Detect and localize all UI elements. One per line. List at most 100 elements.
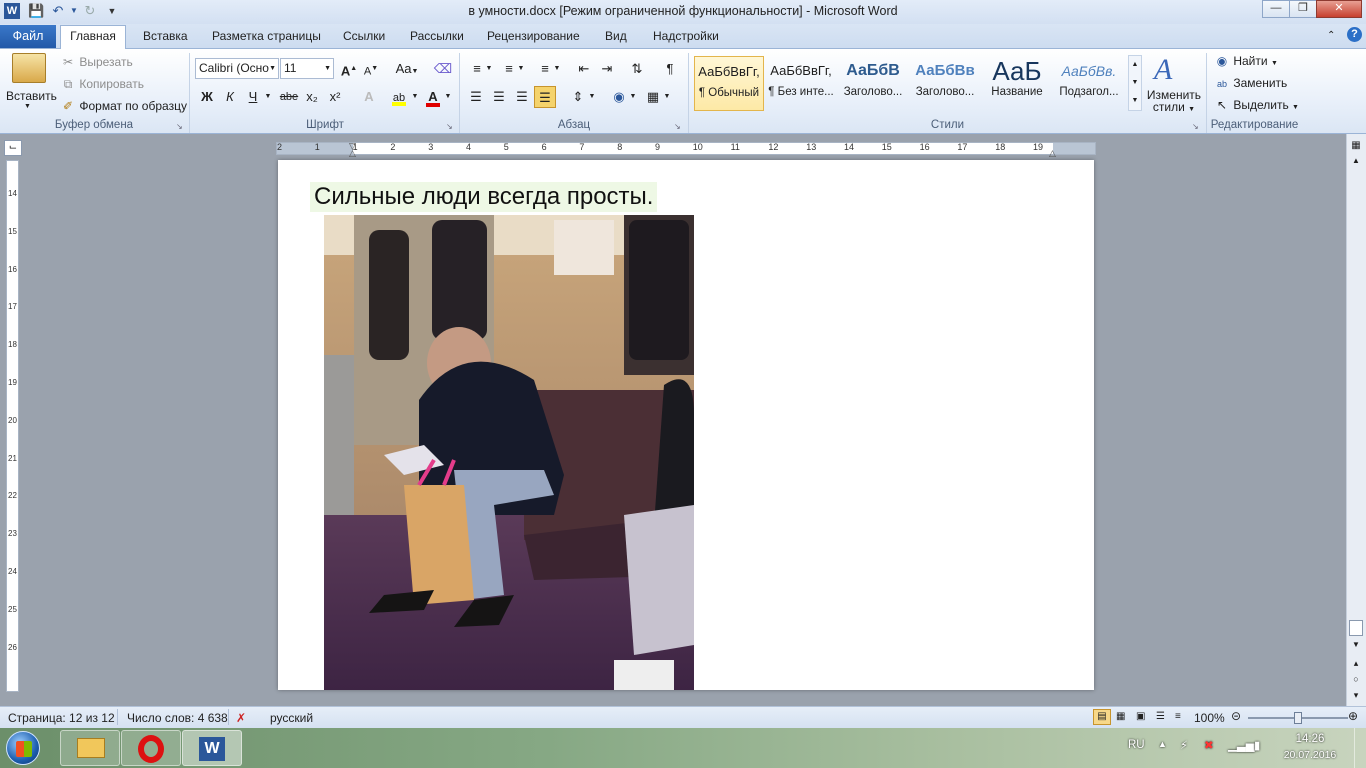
text-effects-icon[interactable]: A: [358, 86, 380, 108]
collapse-ribbon-icon[interactable]: ⌃: [1327, 28, 1335, 48]
clock-date[interactable]: 20.07.2016: [1280, 749, 1340, 761]
style-normal[interactable]: АаБбВвГг, ¶ Обычный: [694, 56, 764, 111]
clipboard-launcher-icon[interactable]: ↘: [176, 122, 183, 131]
maximize-button[interactable]: ❐: [1289, 0, 1317, 18]
tab-insert[interactable]: Вставка: [143, 28, 188, 48]
align-left-icon[interactable]: ☰: [465, 86, 487, 108]
font-size-combo[interactable]: 11 ▼: [280, 58, 334, 79]
clock-time[interactable]: 14:26: [1280, 733, 1340, 745]
underline-dropdown-icon[interactable]: ▼: [262, 86, 274, 108]
scroll-down-icon[interactable]: ▼: [1349, 640, 1363, 652]
bold-button[interactable]: Ж: [196, 86, 218, 108]
highlight-dropdown-icon[interactable]: ▼: [409, 86, 421, 108]
show-hidden-icons[interactable]: ▲: [1158, 739, 1167, 749]
cut-button[interactable]: ✂ Вырезать: [60, 55, 133, 69]
more-styles-icon[interactable]: ▼: [1129, 92, 1141, 110]
justify-icon[interactable]: ☰: [534, 86, 556, 108]
change-styles-icon[interactable]: A: [1154, 53, 1172, 87]
paste-button[interactable]: Вставить: [6, 89, 57, 103]
paste-icon[interactable]: [12, 53, 46, 83]
change-case-button[interactable]: Aa▼: [393, 58, 421, 80]
document-heading[interactable]: Сильные люди всегда просты.: [310, 182, 658, 212]
highlight-button[interactable]: ab: [388, 86, 410, 108]
tab-file[interactable]: Файл: [0, 25, 56, 48]
superscript-button[interactable]: x²: [324, 86, 346, 108]
proofing-icon[interactable]: ✗: [236, 711, 246, 725]
safely-remove-icon[interactable]: ⚡: [1180, 738, 1188, 752]
copy-button[interactable]: ⧉ Копировать: [60, 77, 144, 92]
clear-formatting-icon[interactable]: ⌫: [432, 58, 454, 80]
zoom-level[interactable]: 100%: [1194, 711, 1225, 725]
styles-launcher-icon[interactable]: ↘: [1192, 122, 1199, 131]
close-button[interactable]: ✕: [1316, 0, 1362, 18]
align-right-icon[interactable]: ☰: [511, 86, 533, 108]
multilevel-dropdown-icon[interactable]: ▼: [552, 58, 562, 80]
bullets-dropdown-icon[interactable]: ▼: [484, 58, 494, 80]
font-launcher-icon[interactable]: ↘: [446, 122, 453, 131]
outline-icon[interactable]: ☰: [1156, 711, 1165, 722]
format-painter-button[interactable]: ✐ Формат по образцу: [60, 99, 187, 113]
battery-icon[interactable]: ▮: [1254, 738, 1260, 752]
view-ruler-icon[interactable]: ▦: [1349, 140, 1363, 154]
style-title[interactable]: АаБ Название: [982, 56, 1052, 111]
taskbar-explorer[interactable]: [60, 730, 120, 766]
replace-button[interactable]: ab Заменить: [1214, 76, 1287, 90]
zoom-slider[interactable]: [1248, 712, 1348, 724]
draft-icon[interactable]: ≡: [1175, 711, 1181, 722]
tab-page-layout[interactable]: Разметка страницы: [212, 28, 321, 48]
chevron-up-icon[interactable]: ▲: [1129, 56, 1141, 74]
numbering-dropdown-icon[interactable]: ▼: [516, 58, 526, 80]
tab-addins[interactable]: Надстройки: [653, 28, 719, 48]
style-heading-1[interactable]: АаБбВ Заголово...: [838, 56, 908, 111]
minimize-button[interactable]: —: [1262, 0, 1290, 18]
find-button[interactable]: ◉ Найти ▼: [1214, 54, 1278, 68]
taskbar-word[interactable]: W: [182, 730, 242, 766]
borders-dropdown-icon[interactable]: ▼: [662, 86, 672, 108]
horizontal-ruler[interactable]: 2 1 1 2 3 4 5 6 7 8 9 10 11 12 13 14 15 16 17 18 19 ▽ △ △: [276, 141, 1096, 158]
taskbar-opera[interactable]: [121, 730, 181, 766]
increase-indent-icon[interactable]: ⇥: [596, 58, 618, 80]
tab-view[interactable]: Вид: [605, 28, 627, 48]
next-page-icon[interactable]: ▾: [1349, 690, 1363, 702]
chevron-down-icon[interactable]: ▼: [1129, 74, 1141, 92]
tab-selector-icon[interactable]: ⌙: [4, 140, 22, 156]
change-styles-button[interactable]: Изменить стили ▼: [1146, 89, 1202, 116]
right-indent-marker[interactable]: △: [1049, 148, 1056, 159]
tab-mailings[interactable]: Рассылки: [410, 28, 464, 48]
strikethrough-button[interactable]: abe: [278, 86, 300, 108]
paragraph-launcher-icon[interactable]: ↘: [674, 122, 681, 131]
show-desktop-button[interactable]: [1354, 728, 1366, 768]
font-color-button[interactable]: A: [422, 86, 444, 108]
start-button[interactable]: [6, 731, 40, 765]
borders-icon[interactable]: ▦: [642, 86, 664, 108]
subscript-button[interactable]: x₂: [301, 86, 323, 108]
style-no-spacing[interactable]: АаБбВвГг, ¶ Без инте...: [766, 56, 836, 111]
italic-button[interactable]: К: [219, 86, 241, 108]
scroll-thumb[interactable]: [1349, 620, 1363, 636]
hanging-indent-marker[interactable]: △: [349, 148, 356, 159]
zoom-out-icon[interactable]: ⊝: [1231, 710, 1241, 722]
tab-home[interactable]: Главная: [60, 25, 126, 49]
underline-button[interactable]: Ч: [242, 86, 264, 108]
subway-photo[interactable]: [324, 215, 694, 690]
style-subtitle[interactable]: АаБбВв. Подзагол...: [1054, 56, 1124, 111]
keyboard-language[interactable]: RU: [1128, 739, 1145, 751]
show-marks-icon[interactable]: ¶: [659, 58, 681, 80]
shrink-font-button[interactable]: A▼: [360, 58, 382, 80]
decrease-indent-icon[interactable]: ⇤: [573, 58, 595, 80]
browse-object-icon[interactable]: ○: [1349, 674, 1363, 686]
styles-scroll[interactable]: ▲ ▼ ▼: [1128, 55, 1142, 111]
help-icon[interactable]: ?: [1347, 27, 1362, 42]
shading-dropdown-icon[interactable]: ▼: [628, 86, 638, 108]
align-center-icon[interactable]: ☰: [488, 86, 510, 108]
paste-dropdown-icon[interactable]: ▼: [24, 103, 31, 110]
font-name-combo[interactable]: Calibri (Осно ▼: [195, 58, 279, 79]
font-color-dropdown-icon[interactable]: ▼: [442, 86, 454, 108]
signal-icon[interactable]: ▁▃▅: [1228, 738, 1255, 752]
sort-icon[interactable]: ⇅: [626, 58, 648, 80]
scroll-up-icon[interactable]: ▲: [1349, 156, 1363, 168]
network-error-icon[interactable]: ✖: [1204, 738, 1214, 752]
tab-references[interactable]: Ссылки: [343, 28, 385, 48]
document-page[interactable]: Сильные люди всегда просты.: [278, 160, 1094, 690]
print-layout-icon[interactable]: ▤: [1093, 709, 1111, 725]
